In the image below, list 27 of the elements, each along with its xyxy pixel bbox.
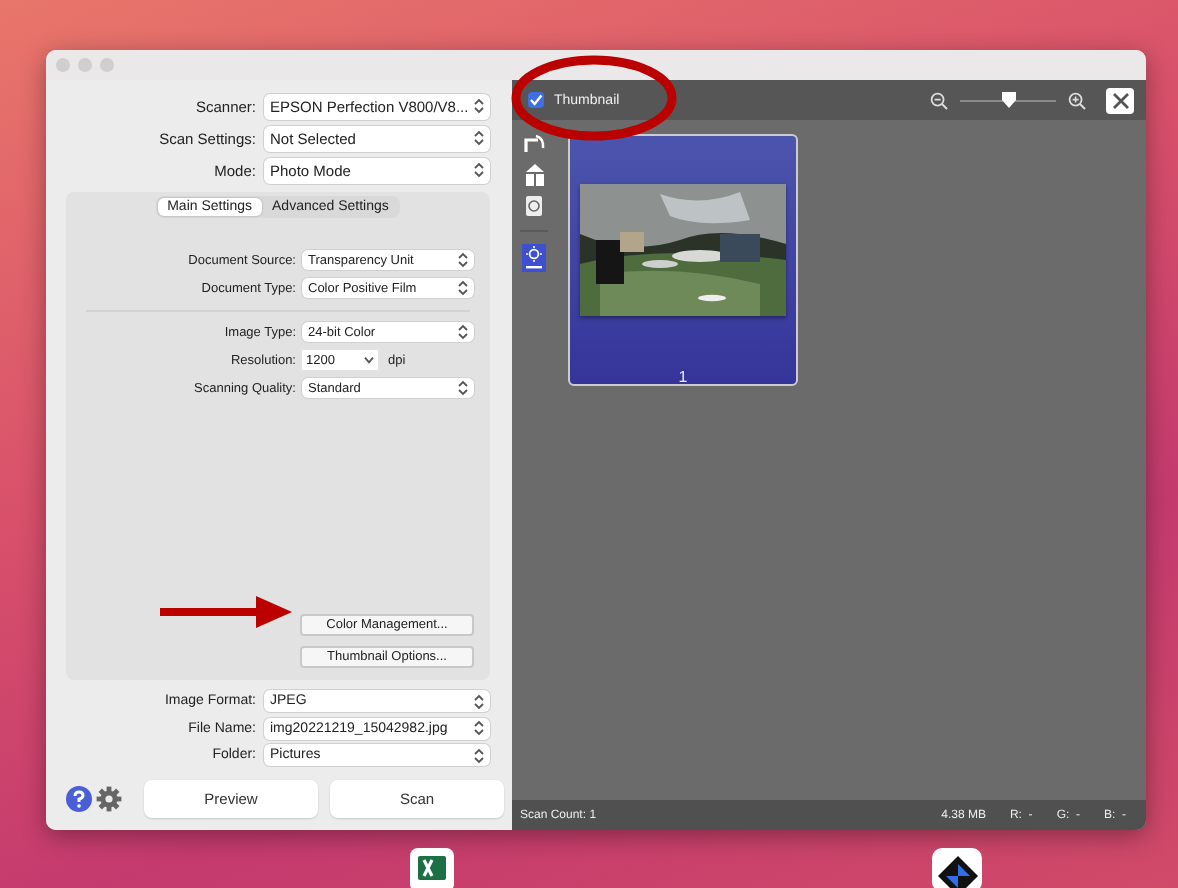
updown-arrows-icon — [474, 98, 484, 114]
document-icon[interactable] — [524, 194, 544, 218]
updown-arrows-icon — [474, 162, 484, 178]
zoom-in-icon[interactable] — [1068, 91, 1086, 109]
checkbox[interactable] — [528, 92, 544, 108]
updown-arrows-icon — [458, 252, 468, 268]
zoom-out-icon[interactable] — [930, 91, 948, 109]
updown-arrows-icon — [474, 720, 484, 737]
updown-arrows-icon — [458, 380, 468, 396]
rotate-icon[interactable] — [523, 134, 545, 154]
flip-icon[interactable] — [523, 162, 545, 186]
updown-arrows-icon — [474, 747, 484, 764]
settings-icon[interactable] — [96, 785, 122, 811]
caret-icon — [364, 356, 374, 364]
thumbnail-number: 1 — [678, 368, 688, 386]
updown-arrows-icon — [458, 280, 468, 296]
annotation-arrow — [160, 596, 292, 628]
slider-thumb[interactable] — [1001, 91, 1015, 107]
spreadsheet-app-icon[interactable] — [410, 848, 454, 888]
help-icon[interactable] — [66, 785, 92, 811]
updown-arrows-icon — [474, 693, 484, 710]
close-button[interactable] — [1106, 87, 1134, 113]
updown-arrows-icon — [458, 324, 468, 340]
auto-exposure-icon[interactable] — [522, 244, 546, 272]
thumbnail-card[interactable]: 1 — [568, 134, 798, 386]
diamond-app-icon[interactable] — [932, 848, 982, 888]
updown-arrows-icon — [474, 130, 484, 146]
